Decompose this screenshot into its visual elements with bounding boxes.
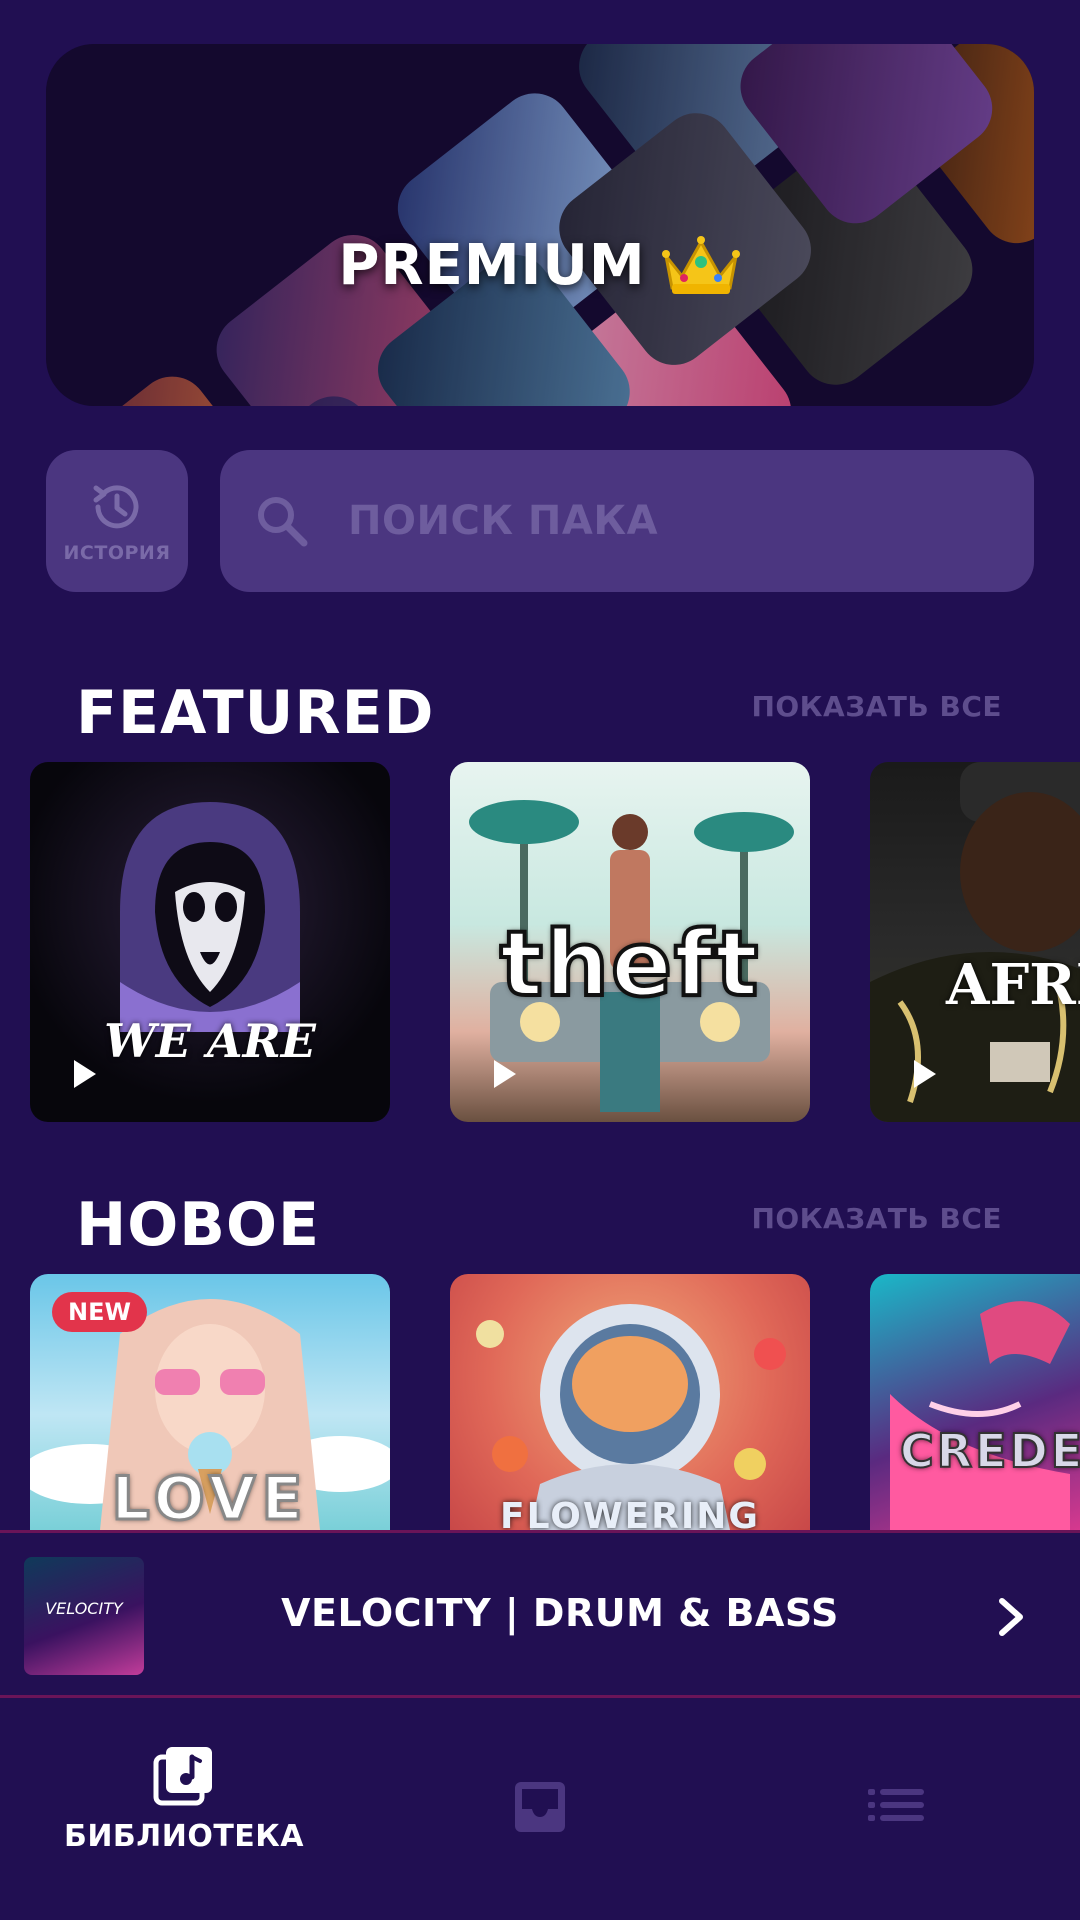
chevron-right-icon[interactable] [990, 1595, 1030, 1639]
play-icon[interactable] [486, 1056, 522, 1092]
new-badge: NEW [52, 1292, 147, 1332]
new-card-flowering[interactable]: FLOWERING [450, 1274, 810, 1530]
premium-title: PREMIUM [46, 232, 1034, 298]
nav-item-inbox[interactable] [410, 1779, 670, 1835]
search-icon [258, 497, 308, 547]
history-label: ИСТОРИЯ [63, 542, 171, 564]
search-input[interactable]: ПОИСК ПАКА [220, 450, 1034, 592]
history-icon [93, 485, 139, 529]
card-title: CREDE [899, 1423, 1080, 1479]
search-placeholder: ПОИСК ПАКА [348, 498, 659, 544]
now-playing-bar[interactable]: VELOCITY VELOCITY | DRUM & BASS [0, 1530, 1080, 1698]
new-section-show-all-link[interactable]: ПОКАЗАТЬ ВСЕ [751, 1202, 1002, 1235]
banner-shade [46, 44, 1034, 406]
hand-figure-art [890, 1301, 1070, 1530]
featured-card-africa[interactable]: AFRIC [870, 762, 1080, 1122]
card-title: LOVE [110, 1463, 309, 1531]
inbox-tray-icon [515, 1782, 565, 1832]
new-card-love[interactable]: NEW LOVE [30, 1274, 390, 1530]
crown-icon [661, 236, 740, 294]
featured-card-theft[interactable]: theft [450, 762, 810, 1122]
nav-item-list[interactable] [766, 1787, 1026, 1823]
hooded-mask-art [120, 802, 300, 1032]
history-button[interactable]: ИСТОРИЯ [46, 450, 188, 592]
nav-item-library[interactable]: БИБЛИОТЕКА [54, 1743, 314, 1854]
featured-show-all-link[interactable]: ПОКАЗАТЬ ВСЕ [751, 690, 1002, 723]
new-card-credence[interactable]: CREDE [870, 1274, 1080, 1530]
now-playing-thumbnail: VELOCITY [24, 1557, 144, 1675]
card-title: FLOWERING [500, 1496, 760, 1530]
portrait-art [870, 762, 1080, 1122]
astronaut-flowers-art [476, 1304, 786, 1530]
card-title: AFRIC [946, 952, 1080, 1018]
play-icon[interactable] [906, 1056, 942, 1092]
app-screen: PREMIUM ИСТОРИЯ ПОИСК ПАКА FEATURED ПОКА… [0, 0, 1080, 1920]
premium-title-text: PREMIUM [338, 232, 646, 298]
nav-item-library-label: БИБЛИОТЕКА [63, 1819, 305, 1854]
card-title: theft [498, 910, 761, 1019]
premium-banner[interactable]: PREMIUM [46, 44, 1034, 406]
music-library-icon [153, 1747, 212, 1806]
new-section-title: НОВОЕ [76, 1190, 320, 1260]
bottom-navigation: БИБЛИОТЕКА [0, 1701, 1080, 1920]
featured-title: FEATURED [76, 678, 435, 748]
list-icon [868, 1789, 924, 1821]
play-icon[interactable] [66, 1056, 102, 1092]
featured-card-we-are[interactable]: WE ARE [30, 762, 390, 1122]
now-playing-title: VELOCITY | DRUM & BASS [281, 1591, 839, 1635]
now-playing-thumbnail-text: VELOCITY [45, 1599, 123, 1618]
